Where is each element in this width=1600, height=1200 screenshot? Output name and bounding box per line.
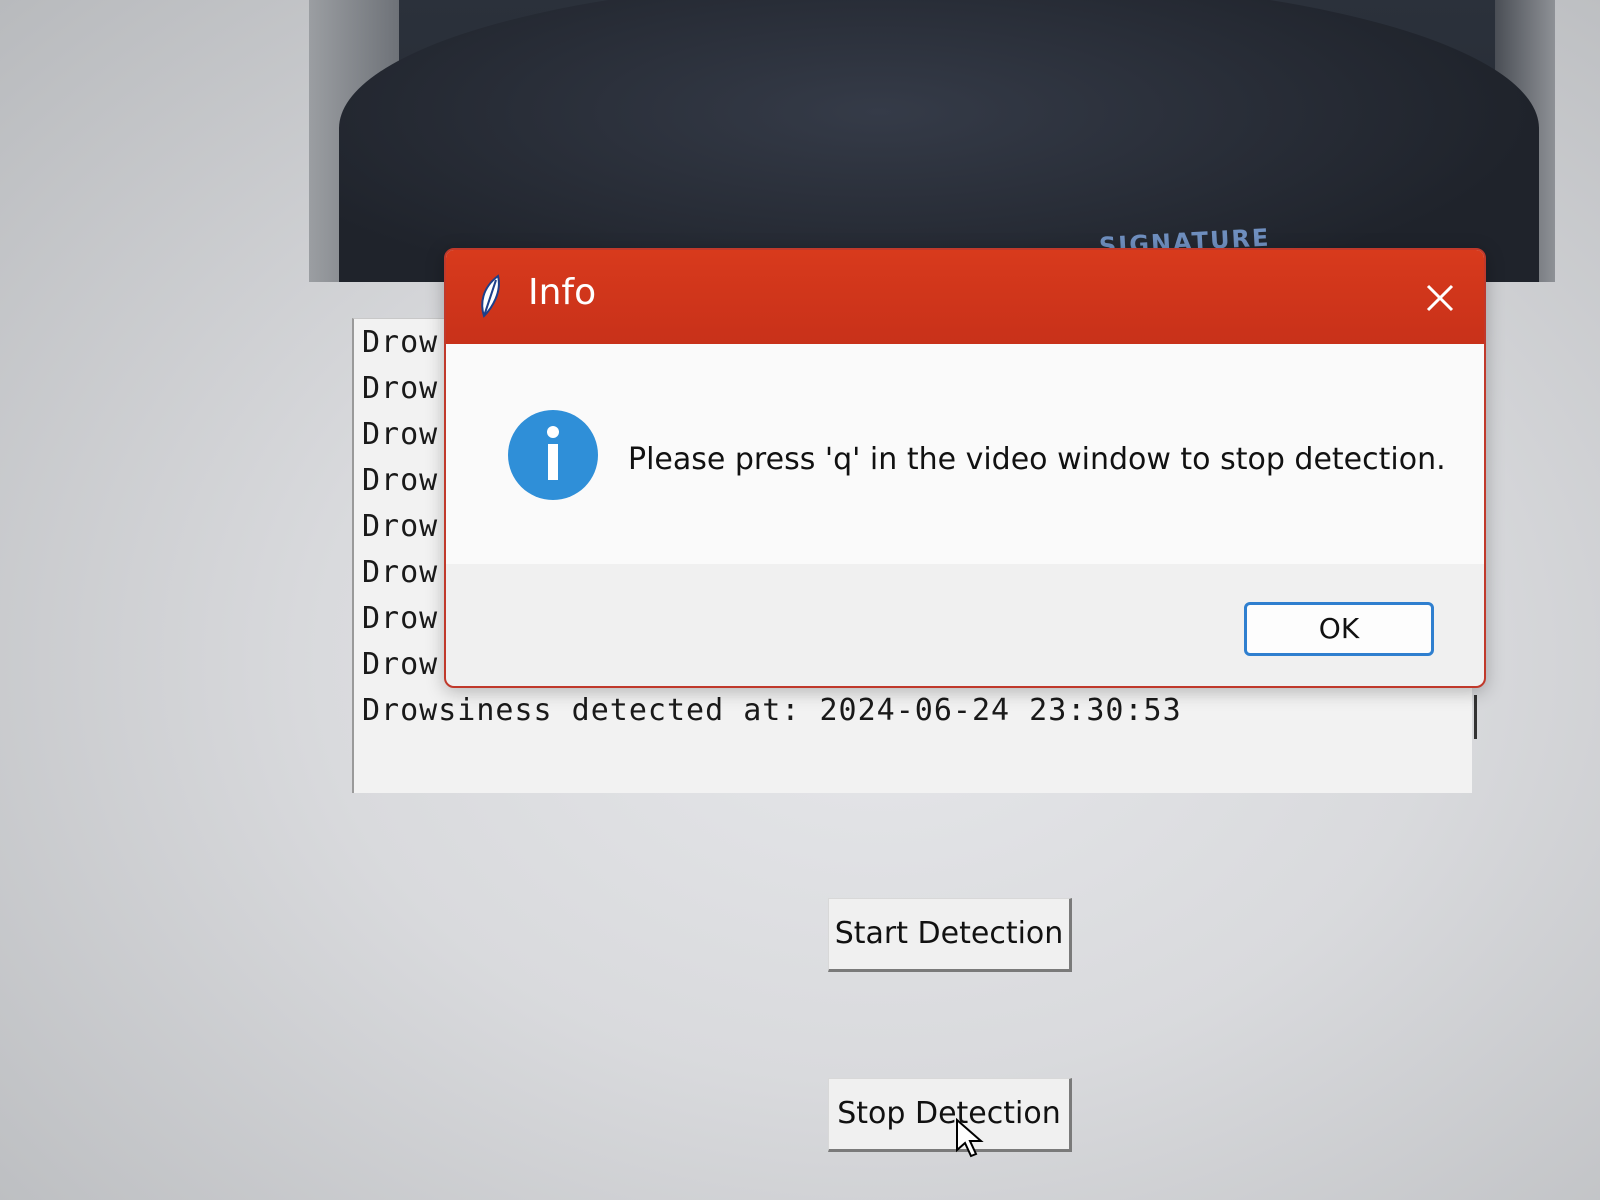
dialog-titlebar: Info: [446, 250, 1484, 344]
dialog-message: Please press 'q' in the video window to …: [628, 442, 1446, 477]
close-icon[interactable]: [1418, 276, 1462, 320]
dialog-title: Info: [528, 272, 597, 313]
ok-button[interactable]: OK: [1244, 602, 1434, 656]
log-line: Drowsiness detected at: 2024-06-24 23:30…: [362, 693, 1182, 728]
log-line: Drow: [362, 371, 439, 406]
text-caret: [1474, 695, 1477, 739]
log-line: Drow: [362, 509, 439, 544]
mouse-pointer-icon: [956, 1118, 984, 1158]
info-icon: [508, 410, 598, 500]
stop-detection-button[interactable]: Stop Detection: [828, 1078, 1072, 1152]
info-dialog: Info Please press 'q' in the video windo…: [444, 248, 1486, 688]
person-shirt: [339, 0, 1539, 282]
feather-icon: [481, 274, 500, 318]
log-line: Drow: [362, 647, 439, 682]
log-line: Drow: [362, 463, 439, 498]
log-line: Drow: [362, 555, 439, 590]
log-line: Drow: [362, 417, 439, 452]
log-line: Drow: [362, 325, 439, 360]
start-detection-button[interactable]: Start Detection: [828, 898, 1072, 972]
log-line: Drow: [362, 601, 439, 636]
webcam-video-feed: SIGNATURE: [309, 0, 1555, 282]
